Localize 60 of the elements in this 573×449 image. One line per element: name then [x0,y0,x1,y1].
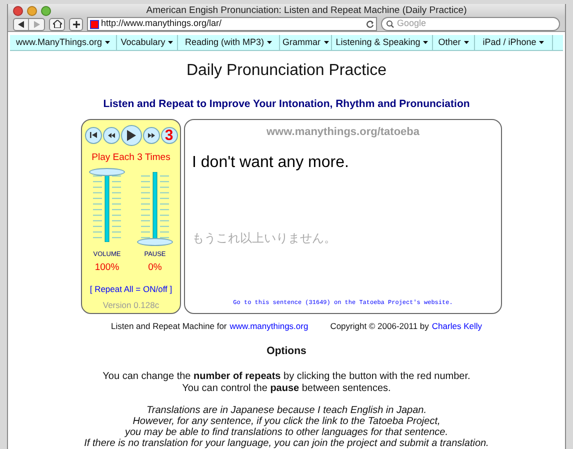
window-title: American Engish Pronunciation: Listen and Repeat Machine (Daily Practice) [145,4,468,18]
slider-value: 0% [148,260,162,274]
caret-icon [168,40,174,44]
caret-icon [539,40,544,44]
menu-item[interactable]: Listening & Speaking [332,35,433,50]
close-button[interactable] [13,6,23,16]
search-icon [386,20,395,28]
translation-note: Translations are in Japanese because I teach English in Japan. [146,405,426,416]
home-icon [52,20,62,28]
translation-note: If there is no translation for your language, you can join the project and submit a translation. [84,438,489,449]
menu-item[interactable]: iPad / iPhone [475,35,553,50]
repeat-all-link[interactable]: [ Repeat All = ON/off ] [90,282,172,296]
options-heading: Options [266,344,308,360]
japanese-translation: もうこれ以上いりません。 [192,230,337,247]
minimize-button[interactable] [27,6,37,16]
zoom-button[interactable] [41,6,51,16]
rewind-icon [108,132,114,138]
options-text: You can control the pause between sentences. [182,383,391,395]
caret-icon [105,40,110,44]
menu-item[interactable]: www.ManyThings.org [10,35,117,50]
options-text: You can change the number of repeats by clicking the button with the red number. [102,371,470,383]
add-bookmark-button[interactable] [69,18,83,31]
fast-forward-icon [148,132,154,138]
caret-icon [423,40,428,44]
caret-icon [464,40,469,44]
footer-text: Listen and Repeat Machine for [110,320,227,332]
page-heading: Daily Pronunciation Practice [185,60,388,81]
slider-thumb[interactable] [137,238,173,246]
translation-note: However, for any sentence, if you click the link to the Tatoeba Project, [132,416,440,427]
play-button[interactable] [120,124,142,146]
english-sentence: I don't want any more. [192,153,350,173]
fast-forward-button[interactable] [142,126,160,144]
address-field[interactable]: http://www.manythings.org/lar/ [87,17,377,32]
slider-thumb[interactable] [89,168,125,176]
menu-item[interactable]: Vocabulary [117,35,178,50]
translation-note: you may be able to find translations to other languages for that sentence. [125,427,448,438]
rewind-button[interactable] [102,126,120,144]
site-label: www.manythings.org/tatoeba [266,124,420,140]
forward-icon [34,20,40,28]
version-label: Version 0.128c [102,298,160,312]
home-button[interactable] [49,18,65,31]
reload-icon[interactable] [366,20,374,28]
caret-icon [324,40,328,44]
page-subheading: Listen and Repeat to Improve Your Intonation, Rhythm and Pronunciation [102,96,471,112]
menu-item[interactable]: Grammar [280,35,332,50]
back-icon [18,20,24,28]
menu-item[interactable]: Other [433,35,475,50]
play-icon [126,130,136,140]
repeat-count-button[interactable]: 3 [160,126,178,144]
site-favicon-icon [90,20,99,29]
site-link[interactable]: www.manythings.org [230,320,308,332]
slider-value: 100% [94,260,120,274]
previous-button[interactable] [84,126,102,144]
skip-back-icon [90,132,96,138]
caret-icon [267,40,272,44]
play-count-label: Play Each 3 Times [92,150,170,164]
author-link[interactable]: Charles Kelly [432,320,482,332]
menu-item[interactable]: Reading (with MP3) [178,35,280,50]
copyright-text: Copyright © 2006-2011 by [330,320,429,332]
plus-icon [72,20,80,28]
